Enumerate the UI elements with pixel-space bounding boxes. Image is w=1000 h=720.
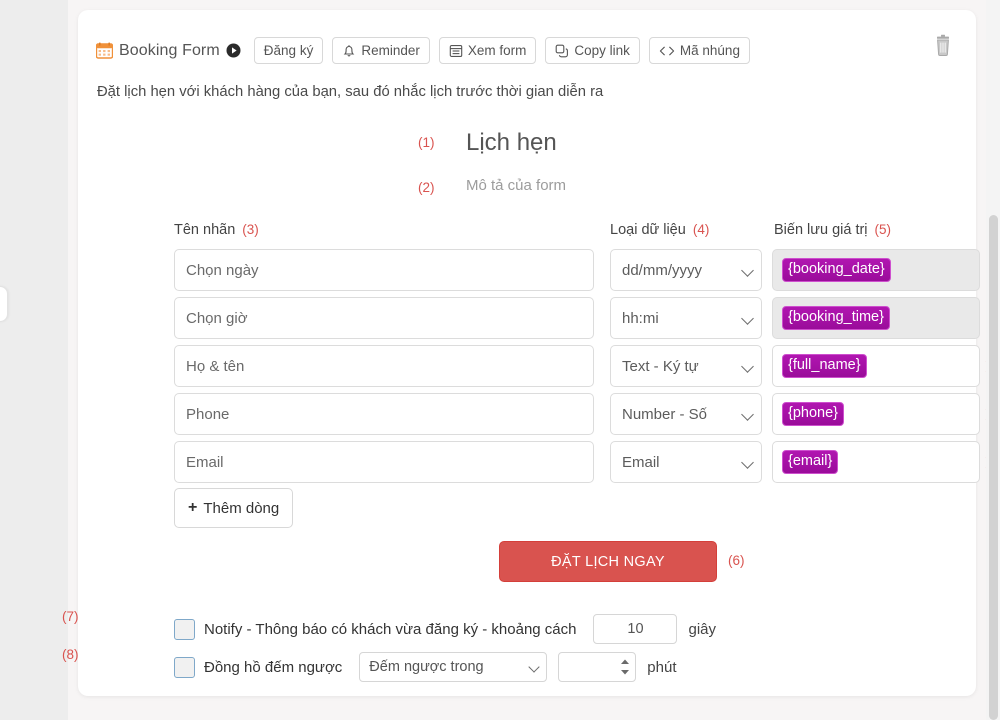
add-row-button[interactable]: + Thêm dòng [174,488,294,528]
vertical-scrollbar-thumb[interactable] [989,215,998,720]
column-header-variable-text: Biến lưu giá trị [774,222,868,238]
field-type-select-wrap: Email [610,441,762,483]
left-rail [0,0,68,720]
marker-6: (6) [728,553,745,568]
vertical-scrollbar-track[interactable] [986,0,1000,720]
play-circle-icon[interactable] [226,43,241,58]
countdown-option-row: Đồng hồ đếm ngược Đếm ngược trong phút [174,652,677,682]
variable-token: {phone} [782,401,845,427]
marker-1: (1) [418,135,435,150]
preview-title[interactable]: Lịch hẹn [466,129,557,157]
notify-unit: giây [688,620,717,638]
form-title-group: Booking Form [95,41,241,60]
variable-token: {full_name} [782,353,867,379]
copy-link-button[interactable]: Copy link [545,37,640,64]
variable-field: {booking_date} [772,249,980,291]
field-type-select[interactable]: hh:mi [610,297,762,339]
marker-8: (8) [62,647,79,662]
plus-icon: + [188,499,198,516]
field-type-select[interactable]: Text - Ký tự [610,345,762,387]
variable-token: {email} [782,449,839,475]
marker-2: (2) [418,180,435,195]
marker-4: (4) [692,222,710,237]
add-row-label: Thêm dòng [203,499,280,517]
variable-field[interactable]: {full_name} [772,345,980,387]
field-label-input[interactable] [174,297,594,339]
notify-option-row: Notify - Thông báo có khách vừa đăng ký … [174,614,716,644]
countdown-mode-select[interactable]: Đếm ngược trong [359,652,548,682]
field-type-select-wrap: Text - Ký tự [610,345,762,387]
marker-3: (3) [242,222,259,237]
variable-token: {booking_time} [782,305,890,331]
field-label-input[interactable] [174,345,594,387]
calendar-icon [95,42,114,59]
countdown-checkbox[interactable] [174,656,195,678]
reminder-label: Reminder [361,43,420,58]
field-type-select-wrap: dd/mm/yyyy [610,249,762,291]
view-form-button[interactable]: Xem form [438,37,537,64]
variable-field[interactable]: {phone} [772,393,980,435]
embed-code-button[interactable]: Mã nhúng [648,37,750,64]
sidebar-toggle-tab[interactable] [0,286,8,322]
field-type-select-wrap: Number - Số [610,393,762,435]
marker-7: (7) [62,609,79,624]
submit-button[interactable]: ĐẶT LỊCH NGAY [499,541,717,582]
countdown-minutes-wrap [558,652,637,682]
form-description: Đặt lịch hẹn với khách hàng của bạn, sau… [97,84,604,100]
page-root: Booking Form Đăng ký Reminder Xem form C… [0,0,1000,720]
countdown-label: Đồng hồ đếm ngược [204,658,343,676]
variable-token: {booking_date} [782,257,891,283]
column-header-variable: Biến lưu giá trị (5) [774,222,891,238]
window-icon [449,44,463,58]
copy-icon [555,44,569,58]
field-type-select-wrap: hh:mi [610,297,762,339]
code-icon [659,45,675,57]
countdown-unit: phút [647,658,677,676]
notify-interval-input[interactable] [593,614,678,644]
submit-button-wrap: ĐẶT LỊCH NGAY [499,541,717,582]
reminder-button[interactable]: Reminder [332,37,430,64]
embed-code-label: Mã nhúng [679,43,740,58]
toolbar: Booking Form Đăng ký Reminder Xem form C… [95,37,750,64]
form-editor-card: Booking Form Đăng ký Reminder Xem form C… [78,10,999,696]
variable-field[interactable]: {email} [772,441,980,483]
bell-icon [342,43,356,58]
column-header-type-text: Loại dữ liệu [610,222,686,238]
field-type-select[interactable]: Number - Số [610,393,762,435]
column-header-label: Tên nhãn (3) [174,222,259,238]
copy-link-label: Copy link [574,43,630,58]
form-title: Booking Form [119,41,220,59]
column-header-type: Loại dữ liệu (4) [610,222,709,238]
countdown-select-wrap: Đếm ngược trong [359,652,548,682]
trash-icon[interactable] [932,34,954,58]
register-button[interactable]: Đăng ký [253,37,324,64]
column-header-label-text: Tên nhãn [174,222,236,238]
field-label-input[interactable] [174,249,594,291]
preview-description-placeholder[interactable]: Mô tả của form [466,177,566,194]
register-label: Đăng ký [263,43,314,58]
notify-checkbox[interactable] [174,618,195,640]
field-type-select[interactable]: Email [610,441,762,483]
marker-5: (5) [874,222,892,237]
field-label-input[interactable] [174,393,594,435]
countdown-minutes-input[interactable] [558,652,637,682]
field-type-select[interactable]: dd/mm/yyyy [610,249,762,291]
view-form-label: Xem form [467,43,527,58]
field-label-input[interactable] [174,441,594,483]
variable-field: {booking_time} [772,297,980,339]
notify-label: Notify - Thông báo có khách vừa đăng ký … [204,620,577,638]
